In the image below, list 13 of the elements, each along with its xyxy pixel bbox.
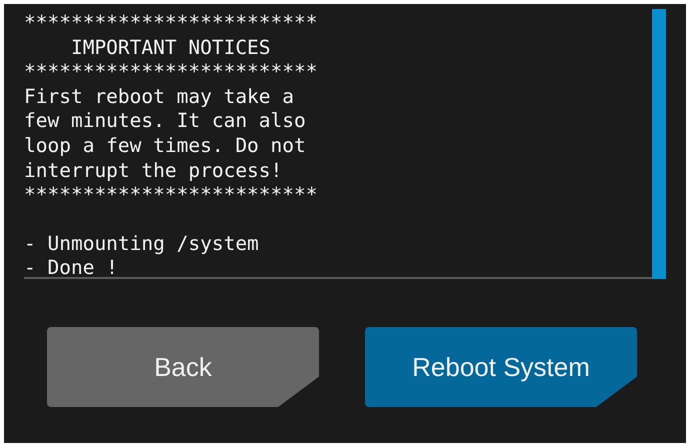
- scrollbar[interactable]: [652, 9, 666, 279]
- console-line: interrupt the process!: [24, 158, 284, 184]
- back-button[interactable]: Back: [47, 327, 319, 407]
- console-line: loop a few times. Do not: [24, 134, 307, 159]
- console-line: First reboot may take a: [24, 84, 296, 110]
- console-line: - Unmounting /system: [24, 232, 260, 256]
- console-line: - Done !: [24, 256, 119, 281]
- console-line: IMPORTANT NOTICES: [70, 36, 272, 60]
- console-line: few minutes. It can also: [24, 109, 307, 134]
- console-line: *************************: [24, 60, 318, 85]
- reboot-button[interactable]: Reboot System: [365, 327, 637, 407]
- console-line: *************************: [24, 183, 318, 208]
- console-line: *************************: [24, 11, 318, 36]
